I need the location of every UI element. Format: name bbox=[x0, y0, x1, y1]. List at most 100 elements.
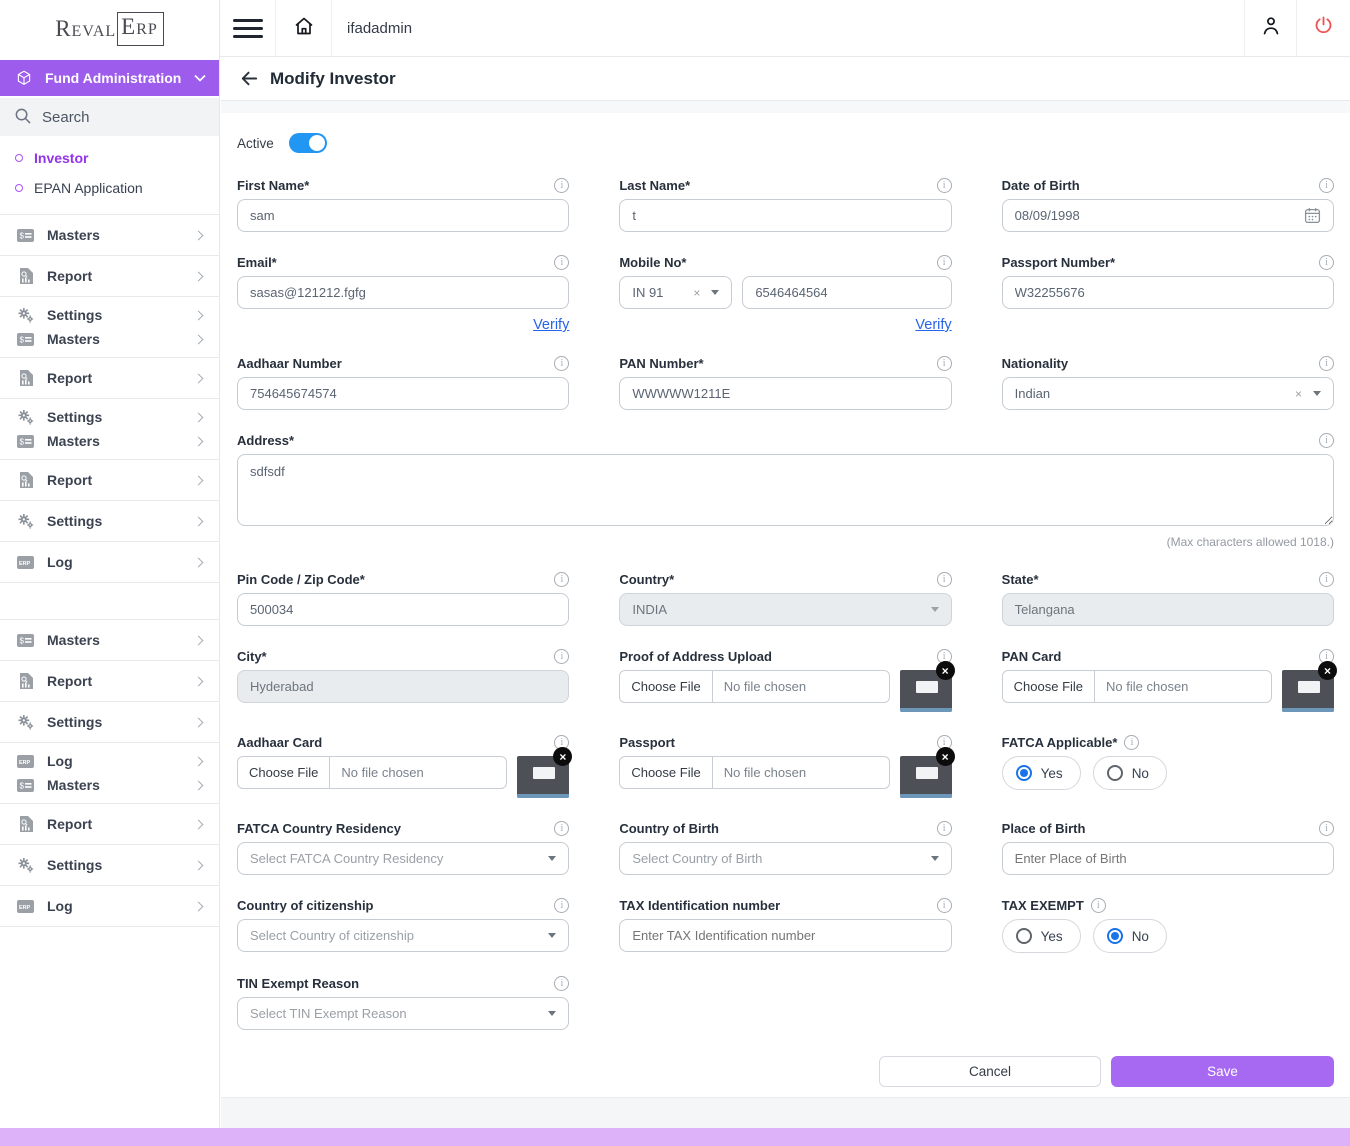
info-icon[interactable] bbox=[554, 821, 569, 836]
remove-file-icon[interactable] bbox=[1318, 661, 1337, 680]
profile-button[interactable] bbox=[1244, 0, 1296, 56]
info-icon[interactable] bbox=[554, 649, 569, 664]
info-icon[interactable] bbox=[1319, 572, 1334, 587]
chevron-right-icon bbox=[194, 310, 204, 320]
sidebar-item-report[interactable]: Report bbox=[14, 470, 205, 490]
sidebar-item-epan-application[interactable]: EPAN Application bbox=[0, 173, 219, 203]
tin-exempt-reason-select[interactable]: Select TIN Exempt Reason bbox=[237, 997, 569, 1030]
info-icon[interactable] bbox=[937, 898, 952, 913]
header-separator-band bbox=[221, 101, 1350, 113]
info-icon[interactable] bbox=[1319, 433, 1334, 448]
sidebar-item-report[interactable]: Report bbox=[14, 671, 205, 691]
email-input[interactable] bbox=[237, 276, 569, 309]
sidebar-item-masters[interactable]: $ Masters bbox=[14, 225, 205, 245]
choose-file-button[interactable]: Choose File bbox=[1003, 671, 1095, 702]
module-selector-fund-administration[interactable]: Fund Administration bbox=[0, 60, 219, 96]
info-icon[interactable] bbox=[1319, 255, 1334, 270]
sidebar-item-log[interactable]: ERP Log bbox=[14, 896, 205, 916]
passport-number-input[interactable] bbox=[1002, 276, 1334, 309]
first-name-input[interactable] bbox=[237, 199, 569, 232]
info-icon[interactable] bbox=[1319, 821, 1334, 836]
mobile-number-input[interactable] bbox=[742, 276, 951, 309]
info-icon[interactable] bbox=[937, 178, 952, 193]
cancel-button[interactable]: Cancel bbox=[879, 1056, 1101, 1087]
info-icon[interactable] bbox=[1319, 178, 1334, 193]
info-icon[interactable] bbox=[1124, 735, 1139, 750]
dob-field: Date of Birth 08/09/1998 bbox=[1002, 177, 1334, 232]
sidebar-search[interactable]: Search bbox=[0, 98, 219, 136]
last-name-input[interactable] bbox=[619, 199, 951, 232]
info-icon[interactable] bbox=[937, 821, 952, 836]
info-icon[interactable] bbox=[554, 898, 569, 913]
info-icon[interactable] bbox=[554, 255, 569, 270]
sidebar-item-log[interactable]: ERP Log bbox=[14, 552, 205, 572]
email-verify-link[interactable]: Verify bbox=[533, 317, 569, 333]
sidebar-item-settings[interactable]: Settings bbox=[14, 712, 205, 732]
place-of-birth-input[interactable] bbox=[1002, 842, 1334, 875]
sidebar-item-masters[interactable]: $ Masters bbox=[14, 329, 205, 349]
sidebar-item-settings[interactable]: Settings bbox=[14, 407, 205, 427]
form-row: Pin Code / Zip Code* Country* INDIA Stat… bbox=[237, 571, 1334, 626]
aadhaar-card-file-input[interactable]: Choose File No file chosen bbox=[237, 756, 507, 789]
sidebar-item-report[interactable]: Report bbox=[14, 266, 205, 286]
info-icon[interactable] bbox=[554, 976, 569, 991]
dob-input[interactable]: 08/09/1998 bbox=[1002, 199, 1334, 232]
back-button[interactable] bbox=[238, 69, 257, 88]
sidebar-item-masters[interactable]: $ Masters bbox=[14, 630, 205, 650]
info-icon[interactable] bbox=[937, 572, 952, 587]
choose-file-button[interactable]: Choose File bbox=[620, 757, 712, 788]
menu-toggle-button[interactable] bbox=[220, 0, 276, 56]
info-icon[interactable] bbox=[937, 356, 952, 371]
logout-button[interactable] bbox=[1296, 0, 1350, 56]
sidebar-item-masters[interactable]: $ Masters bbox=[14, 775, 205, 795]
sidebar: RevalErp Fund Administration Search Inve… bbox=[0, 0, 220, 1146]
sidebar-item-log[interactable]: ERP Log bbox=[14, 751, 205, 771]
country-of-birth-select[interactable]: Select Country of Birth bbox=[619, 842, 951, 875]
passport-file-input[interactable]: Choose File No file chosen bbox=[619, 756, 889, 789]
sidebar-item-report[interactable]: Report bbox=[14, 814, 205, 834]
mobile-verify-link[interactable]: Verify bbox=[915, 317, 951, 333]
tax-exempt-no-radio[interactable]: No bbox=[1093, 919, 1167, 953]
choose-file-button[interactable]: Choose File bbox=[620, 671, 712, 702]
active-toggle[interactable] bbox=[289, 133, 327, 153]
info-icon[interactable] bbox=[554, 356, 569, 371]
save-button[interactable]: Save bbox=[1111, 1056, 1334, 1087]
info-icon[interactable] bbox=[1319, 356, 1334, 371]
mobile-country-select[interactable]: IN 91 × bbox=[619, 276, 732, 309]
sidebar-item-report[interactable]: Report bbox=[14, 368, 205, 388]
sidebar-item-investor[interactable]: Investor bbox=[0, 143, 219, 173]
sidebar-item-masters[interactable]: $ Masters bbox=[14, 431, 205, 451]
remove-file-icon[interactable] bbox=[936, 661, 955, 680]
calendar-icon[interactable] bbox=[1304, 207, 1321, 224]
fatca-yes-radio[interactable]: Yes bbox=[1002, 756, 1081, 790]
info-icon[interactable] bbox=[554, 178, 569, 193]
home-button[interactable] bbox=[276, 0, 332, 56]
info-icon[interactable] bbox=[554, 572, 569, 587]
log-icon: ERP bbox=[14, 900, 36, 913]
tax-exempt-yes-radio[interactable]: Yes bbox=[1002, 919, 1081, 953]
nationality-select[interactable]: Indian × bbox=[1002, 377, 1334, 410]
sidebar-item-settings[interactable]: Settings bbox=[14, 305, 205, 325]
sidebar-item-settings[interactable]: Settings bbox=[14, 511, 205, 531]
remove-file-icon[interactable] bbox=[553, 747, 572, 766]
fatca-country-select[interactable]: Select FATCA Country Residency bbox=[237, 842, 569, 875]
proof-of-address-file-input[interactable]: Choose File No file chosen bbox=[619, 670, 889, 703]
aadhaar-number-input[interactable] bbox=[237, 377, 569, 410]
info-icon[interactable] bbox=[937, 255, 952, 270]
pan-number-input[interactable] bbox=[619, 377, 951, 410]
info-icon[interactable] bbox=[1091, 898, 1106, 913]
pan-card-file-input[interactable]: Choose File No file chosen bbox=[1002, 670, 1272, 703]
pincode-input[interactable] bbox=[237, 593, 569, 626]
citizenship-select[interactable]: Select Country of citizenship bbox=[237, 919, 569, 952]
fatca-no-radio[interactable]: No bbox=[1093, 756, 1167, 790]
tin-input[interactable] bbox=[619, 919, 951, 952]
choose-file-button[interactable]: Choose File bbox=[238, 757, 330, 788]
clear-icon[interactable]: × bbox=[1295, 387, 1302, 401]
sidebar-item-settings[interactable]: Settings bbox=[14, 855, 205, 875]
clear-icon[interactable]: × bbox=[693, 286, 700, 300]
aadhaar-card-preview bbox=[517, 756, 569, 798]
address-textarea[interactable]: sdfsdf bbox=[237, 454, 1334, 526]
remove-file-icon[interactable] bbox=[936, 747, 955, 766]
chevron-right-icon bbox=[194, 860, 204, 870]
form-row: Aadhaar Number PAN Number* Nationality I… bbox=[237, 355, 1334, 410]
